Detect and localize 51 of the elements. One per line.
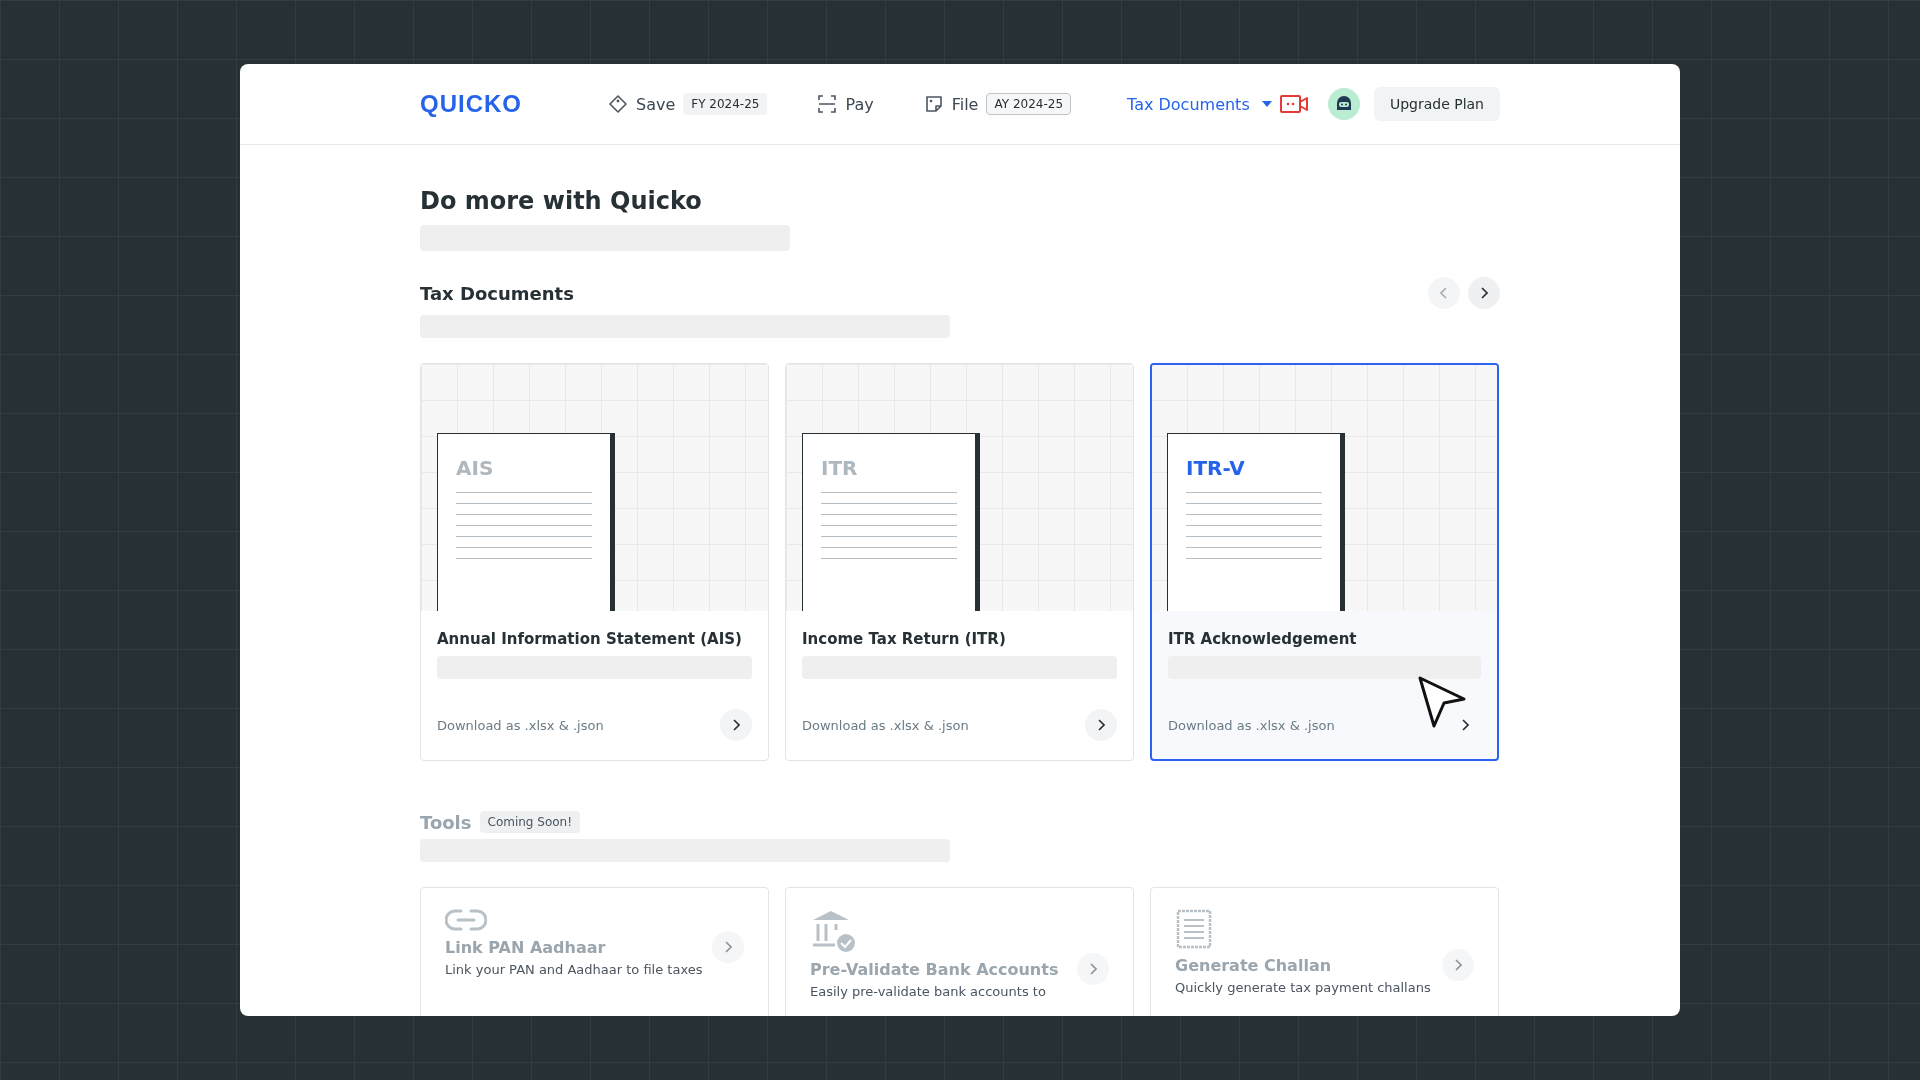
chevron-left-icon bbox=[1440, 287, 1448, 299]
tool-title: Generate Challan bbox=[1175, 955, 1332, 975]
chevron-right-icon bbox=[1480, 287, 1488, 299]
tool-title: Link PAN Aadhaar bbox=[445, 937, 606, 957]
page-heading: Do more with Quicko bbox=[420, 187, 703, 215]
document-label: ITR bbox=[821, 456, 858, 480]
tool-description: Easily pre-validate bank accounts to bbox=[810, 984, 1047, 999]
tag-icon bbox=[608, 94, 628, 114]
tool-title: Pre-Validate Bank Accounts bbox=[810, 959, 1059, 979]
nav-link[interactable]: File bbox=[923, 94, 979, 114]
section-title: Tax Documents bbox=[420, 282, 574, 304]
download-link[interactable]: Download as .xlsx & .json bbox=[1168, 717, 1335, 733]
nav-link[interactable]: Save bbox=[608, 94, 676, 114]
next-button[interactable] bbox=[1468, 277, 1500, 309]
receipt-icon bbox=[1175, 908, 1213, 950]
nav-link[interactable]: Pay bbox=[817, 94, 874, 114]
file-icon bbox=[923, 94, 944, 114]
document-card[interactable]: AIS Annual Information Statement (AIS) Download as .xlsx & .json bbox=[420, 363, 769, 761]
card-title: Annual Information Statement (AIS) bbox=[437, 630, 743, 648]
tax-documents-dropdown[interactable]: Tax Documents bbox=[1127, 94, 1272, 114]
link-icon bbox=[445, 908, 487, 932]
document-label: ITR-V bbox=[1186, 456, 1245, 480]
upgrade-plan-button[interactable]: Upgrade Plan bbox=[1373, 87, 1500, 121]
chevron-right-icon bbox=[1089, 963, 1097, 975]
chevron-right-icon bbox=[732, 719, 740, 731]
section-title: Tools bbox=[420, 811, 472, 833]
year-badge[interactable]: AY 2024-25 bbox=[986, 93, 1071, 115]
download-link[interactable]: Download as .xlsx & .json bbox=[437, 717, 604, 733]
document-label: AIS bbox=[456, 456, 494, 480]
chevron-right-icon bbox=[1461, 719, 1469, 731]
tool-description: Link your PAN and Aadhaar to file taxes bbox=[445, 962, 704, 977]
chevron-right-button[interactable] bbox=[1085, 709, 1117, 741]
download-link[interactable]: Download as .xlsx & .json bbox=[802, 717, 969, 733]
card-title: Income Tax Return (ITR) bbox=[802, 630, 1007, 648]
coming-soon-badge: Coming Soon! bbox=[479, 811, 580, 833]
avatar-icon[interactable] bbox=[1327, 88, 1360, 120]
document-card[interactable]: ITR-V ITR Acknowledgement Download as .xlsx & .json bbox=[1150, 363, 1499, 761]
bank-check-icon bbox=[810, 908, 856, 954]
document-card[interactable]: ITR Income Tax Return (ITR) Download as .xlsx & .json bbox=[785, 363, 1134, 761]
chevron-right-icon bbox=[724, 941, 732, 953]
mouse-pointer-icon bbox=[1417, 675, 1467, 729]
scan-icon bbox=[817, 94, 838, 114]
year-badge[interactable]: FY 2024-25 bbox=[683, 93, 768, 115]
chevron-right-button[interactable] bbox=[720, 709, 752, 741]
video-camera-icon[interactable] bbox=[1279, 94, 1308, 114]
card-title: ITR Acknowledgement bbox=[1168, 630, 1358, 648]
chevron-right-icon bbox=[1097, 719, 1105, 731]
chevron-right-icon bbox=[1454, 959, 1462, 971]
tool-description: Quickly generate tax payment challans bbox=[1175, 980, 1432, 995]
logo[interactable]: QUICKO bbox=[420, 90, 522, 118]
caret-icon bbox=[1261, 101, 1272, 107]
